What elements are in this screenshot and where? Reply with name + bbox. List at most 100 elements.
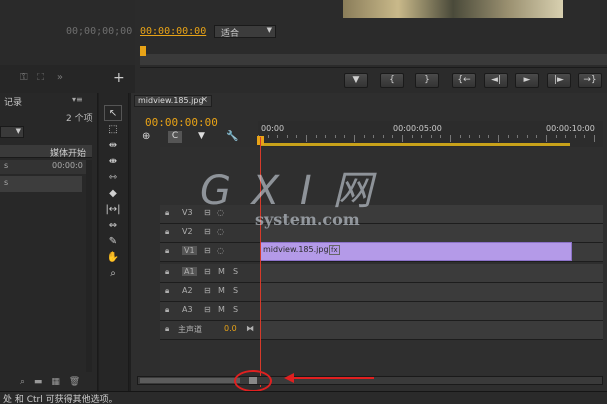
sync-icon[interactable]: ◌ xyxy=(217,208,224,217)
transport-button-3[interactable]: {← xyxy=(452,73,476,88)
status-bar: 处 和 Ctrl 可获得其他选项。 xyxy=(0,391,607,404)
transport-button-4[interactable]: ◄| xyxy=(484,73,508,88)
zoom-tool-icon[interactable]: ⌕ xyxy=(104,266,122,282)
razor-tool-icon[interactable]: ◆ xyxy=(104,186,122,202)
transport-button-2[interactable]: } xyxy=(415,73,439,88)
ruler-tick xyxy=(488,135,490,138)
ripple-edit-tool-icon[interactable]: ⇹ xyxy=(104,138,122,154)
track-lane-v2[interactable] xyxy=(260,224,603,243)
trash-icon[interactable]: 🗑 xyxy=(69,377,80,387)
eye-icon[interactable]: ⊟ xyxy=(204,208,211,217)
transport-button-1[interactable]: { xyxy=(380,73,404,88)
close-icon[interactable]: × xyxy=(200,95,208,105)
slip-tool-icon[interactable]: |↔| xyxy=(104,202,122,218)
track-select-tool-icon[interactable]: ⬚ xyxy=(104,122,122,138)
project-footer-icons: ⌕ ▬ ▦ 🗑 xyxy=(20,377,90,389)
speaker-icon[interactable]: ⊟ xyxy=(204,305,211,314)
ruler-tick xyxy=(421,135,423,138)
search-icon[interactable]: ⌕ xyxy=(20,377,25,387)
track-header-a2[interactable]: 🔒︎ A2 ⊟ M S xyxy=(160,283,260,302)
add-icon[interactable]: + xyxy=(113,70,125,86)
track-header-a1[interactable]: 🔒︎ A1 ⊟ M S xyxy=(160,264,260,283)
selection-tool-icon[interactable]: ↖ xyxy=(104,105,122,121)
track-lane-v3[interactable] xyxy=(260,205,603,224)
mute-button[interactable]: M xyxy=(218,267,225,276)
marker-icon[interactable]: ▼ xyxy=(198,131,205,141)
mute-button[interactable]: M xyxy=(218,286,225,295)
transport-button-7[interactable]: →} xyxy=(578,73,602,88)
track-header-master[interactable]: 🔒︎ 主声道 0.0 ⧓ xyxy=(160,321,260,340)
transport-button-0[interactable]: ▼ xyxy=(344,73,368,88)
slide-tool-icon[interactable]: ⇔ xyxy=(104,218,122,234)
rolling-edit-tool-icon[interactable]: ⇼ xyxy=(104,154,122,170)
ruler-tick xyxy=(344,135,346,138)
solo-button[interactable]: S xyxy=(233,305,238,314)
track-name-v2: V2 xyxy=(182,227,193,236)
ruler-tick xyxy=(517,135,519,138)
track-lane-a3[interactable] xyxy=(260,302,603,321)
track-header-v1[interactable]: 🔒︎ V1 ⊟ ◌ xyxy=(160,243,260,262)
go-to-end-icon[interactable]: ⧓ xyxy=(246,324,254,333)
new-item-icon[interactable]: ▦ xyxy=(51,377,60,387)
lock-icon[interactable]: 🔒︎ xyxy=(165,324,169,334)
eye-icon[interactable]: ⊟ xyxy=(204,246,211,255)
ruler-tick xyxy=(536,135,538,138)
speaker-icon[interactable]: ⊟ xyxy=(204,286,211,295)
video-clip[interactable]: midview.185.jpg fx xyxy=(260,242,572,261)
ruler-tick xyxy=(373,135,375,138)
rate-stretch-tool-icon[interactable]: ⇿ xyxy=(104,170,122,186)
sync-icon[interactable]: ◌ xyxy=(217,246,224,255)
track-lane-master[interactable] xyxy=(260,321,603,340)
pen-tool-icon[interactable]: ✎ xyxy=(104,234,122,250)
master-track-name: 主声道 xyxy=(178,325,202,334)
list-item[interactable]: s 00:00:0 xyxy=(0,160,92,174)
eye-icon[interactable]: ⊟ xyxy=(204,227,211,236)
transport-button-5[interactable]: ► xyxy=(515,73,539,88)
snap-icon[interactable]: ⊕ xyxy=(142,131,150,142)
timeline-ruler[interactable]: 00:00 00:00:05:00 00:00:10:00 xyxy=(258,121,603,147)
monitor-playhead[interactable] xyxy=(140,46,146,56)
ruler-tick xyxy=(469,135,471,138)
master-volume-value[interactable]: 0.0 xyxy=(224,324,237,333)
lock-icon[interactable]: 🔒︎ xyxy=(165,208,169,218)
monitor-ruler[interactable] xyxy=(140,44,607,68)
sync-icon[interactable]: ◌ xyxy=(217,227,224,236)
folder-icon[interactable]: ▬ xyxy=(34,377,43,387)
work-area-bar[interactable] xyxy=(260,143,570,146)
track-lane-a1[interactable] xyxy=(260,264,603,283)
track-header-v3[interactable]: 🔒︎ V3 ⊟ ◌ xyxy=(160,205,260,224)
media-start-header[interactable]: 媒体开始 xyxy=(50,146,86,159)
project-view-dropdown[interactable]: ▼ xyxy=(0,126,24,138)
solo-button[interactable]: S xyxy=(233,267,238,276)
speaker-icon[interactable]: ⊟ xyxy=(204,267,211,276)
clip-label: midview.185.jpg xyxy=(263,245,329,254)
project-tab[interactable]: 记录 xyxy=(0,95,60,108)
lock-icon[interactable]: 🔒︎ xyxy=(165,286,169,296)
mute-button[interactable]: M xyxy=(218,305,225,314)
lock-icon[interactable]: 🔒︎ xyxy=(165,267,169,277)
track-header-v2[interactable]: 🔒︎ V2 ⊟ ◌ xyxy=(160,224,260,243)
lock-icon[interactable]: 🔒︎ xyxy=(165,305,169,315)
timeline-timecode[interactable]: 00:00:00:00 xyxy=(145,116,218,129)
transport-button-6[interactable]: |► xyxy=(547,73,571,88)
tab-timeline-sequence[interactable]: midview.185.jpg × xyxy=(134,95,212,107)
timeline-playhead-line[interactable] xyxy=(260,137,261,387)
fit-select[interactable]: 适合 ▼ xyxy=(214,25,276,39)
program-current-timecode[interactable]: 00:00:00:00 xyxy=(140,26,206,37)
scrollbar-thumb[interactable] xyxy=(140,378,240,383)
panel-menu-icon[interactable]: ▾≡ xyxy=(72,95,83,104)
lock-icon[interactable]: 🔒︎ xyxy=(165,227,169,237)
project-scrollbar[interactable] xyxy=(86,160,92,372)
linked-selection-icon[interactable]: C xyxy=(168,131,182,143)
video-preview xyxy=(343,0,563,18)
ruler-tick xyxy=(306,135,307,142)
track-name-a2: A2 xyxy=(182,286,193,295)
lock-icon[interactable]: 🔒︎ xyxy=(165,246,169,256)
ruler-tick xyxy=(382,135,384,138)
track-header-a3[interactable]: 🔒︎ A3 ⊟ M S xyxy=(160,302,260,321)
wrench-icon[interactable]: 🔧 xyxy=(226,131,238,142)
list-item[interactable]: s xyxy=(0,176,82,192)
solo-button[interactable]: S xyxy=(233,286,238,295)
track-lane-a2[interactable] xyxy=(260,283,603,302)
hand-tool-icon[interactable]: ✋ xyxy=(104,250,122,266)
